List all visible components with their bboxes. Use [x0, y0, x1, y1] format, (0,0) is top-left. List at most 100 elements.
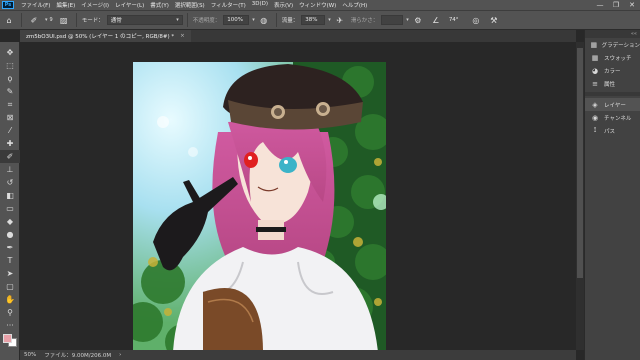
opacity-field[interactable]: 100%	[223, 15, 250, 25]
panel-tab-label: グラデーション	[601, 42, 640, 49]
anime-illustration	[133, 62, 386, 350]
panel-tab-label: パス	[604, 128, 616, 135]
panel-tab-layers[interactable]: ◈ レイヤー	[585, 98, 640, 111]
minimize-button[interactable]: —	[592, 0, 608, 10]
menu-item[interactable]: 編集(E)	[53, 1, 78, 9]
healing-tool-icon[interactable]: ✚	[0, 137, 20, 150]
document-tab-title: zm5bO3Ul.psd @ 50% (レイヤー 1 のコピー, RGB/8#)…	[26, 34, 175, 40]
zoom-tool-icon[interactable]: ⚲	[0, 306, 20, 319]
home-icon[interactable]: ⌂	[2, 13, 16, 27]
menu-items: ファイル(F) 編集(E) イメージ(I) レイヤー(L) 書式(Y) 選択範囲(S) フィ…	[18, 1, 370, 9]
angle-icon[interactable]: ∠	[429, 13, 443, 27]
file-info: ファイル：9.00M/206.0M	[44, 353, 112, 359]
brush-size-value[interactable]: 9	[50, 17, 53, 23]
shape-tool-icon[interactable]: ▢	[0, 280, 20, 293]
stamp-tool-icon[interactable]: ⊥	[0, 163, 20, 176]
canvas-area[interactable]	[20, 42, 576, 350]
mode-label: モード：	[81, 18, 104, 24]
options-bar: ⌂ ✐ ▾ 9 ▨ モード： 通常 ▾ 不透明度： 100% ▾ ◍ 流量： 3…	[0, 10, 640, 30]
mode-select[interactable]: 通常 ▾	[106, 15, 183, 25]
panel-tab-label: レイヤー	[604, 102, 626, 109]
panel-list: ▦ グラデーション ▦ スウォッチ ◕ カラー ≡ 属性 ◈ レイヤー ◉ チャンネル ⟟ パス	[585, 38, 640, 137]
gradient-tool-icon[interactable]: ▭	[0, 202, 20, 215]
history-brush-tool-icon[interactable]: ↺	[0, 176, 20, 189]
photoshop-logo-icon: Ps	[2, 1, 14, 9]
status-arrow-icon[interactable]: ›	[119, 352, 121, 358]
menu-item[interactable]: 選択範囲(S)	[172, 1, 208, 9]
channels-icon: ◉	[591, 113, 599, 122]
frame-tool-icon[interactable]: ⊠	[0, 111, 20, 124]
panel-tab-properties[interactable]: ≡ 属性	[585, 77, 640, 90]
panel-tab-label: 属性	[604, 81, 616, 88]
airbrush-icon[interactable]: ✈	[333, 13, 347, 27]
menu-item[interactable]: 表示(V)	[271, 1, 296, 9]
vertical-scrollbar[interactable]	[576, 42, 584, 350]
menu-item[interactable]: ヘルプ(H)	[339, 1, 370, 9]
panel-tab-swatches[interactable]: ▦ スウォッチ	[585, 51, 640, 64]
menu-item[interactable]: ウィンドウ(W)	[296, 1, 339, 9]
brush-tool-icon[interactable]: ✐	[0, 150, 20, 163]
symmetry-icon[interactable]: ⚒	[487, 13, 501, 27]
zoom-level[interactable]: 50%	[24, 352, 36, 358]
hand-tool-icon[interactable]: ✋	[0, 293, 20, 306]
lasso-tool-icon[interactable]: ϙ	[0, 72, 20, 85]
document-tab[interactable]: zm5bO3Ul.psd @ 50% (レイヤー 1 のコピー, RGB/8#)…	[20, 30, 191, 42]
panel-tab-paths[interactable]: ⟟ パス	[585, 124, 640, 137]
menu-item[interactable]: 3D(D)	[249, 1, 271, 9]
panel-dock: «« ▦ グラデーション ▦ スウォッチ ◕ カラー ≡ 属性 ◈ レイヤー ◉ チャンネル ⟟ パス	[584, 30, 640, 360]
divider	[21, 13, 22, 27]
color-icon: ◕	[591, 66, 599, 75]
properties-icon: ≡	[592, 79, 598, 88]
more-tools-icon[interactable]: ···	[0, 319, 20, 332]
close-tab-icon[interactable]: ×	[180, 33, 185, 39]
pressure-size-icon[interactable]: ◎	[469, 13, 483, 27]
flow-field[interactable]: 38%	[301, 15, 326, 25]
chevron-down-icon[interactable]: ▾	[45, 17, 48, 23]
blur-tool-icon[interactable]: ◆	[0, 215, 20, 228]
pen-tool-icon[interactable]: ✒	[0, 241, 20, 254]
divider	[275, 13, 277, 27]
quick-select-tool-icon[interactable]: ✎	[0, 85, 20, 98]
foreground-color-swatch[interactable]	[3, 334, 12, 343]
pressure-opacity-icon[interactable]: ◍	[257, 13, 271, 27]
type-tool-icon[interactable]: T	[0, 254, 20, 267]
dock-group-divider	[585, 92, 640, 96]
eyedropper-tool-icon[interactable]: ⁄	[0, 124, 20, 137]
gear-icon[interactable]: ⚙	[411, 13, 425, 27]
smoothing-label: 滑らかさ：	[350, 18, 379, 24]
menu-item[interactable]: イメージ(I)	[78, 1, 112, 9]
panel-tab-label: カラー	[604, 68, 621, 75]
status-bar: 50% ファイル：9.00M/206.0M ›	[20, 350, 576, 360]
move-tool-icon[interactable]: ✥	[0, 46, 20, 59]
panel-tab-gradient[interactable]: ▦ グラデーション	[585, 38, 640, 51]
menu-item[interactable]: ファイル(F)	[18, 1, 53, 9]
menu-item[interactable]: レイヤー(L)	[112, 1, 147, 9]
brush-preset-icon[interactable]: ✐	[27, 13, 41, 27]
opacity-label: 不透明度：	[192, 18, 221, 24]
brush-settings-icon[interactable]: ▨	[57, 13, 71, 27]
divider	[186, 13, 188, 27]
crop-tool-icon[interactable]: ⌗	[0, 98, 20, 111]
menu-bar: Ps ファイル(F) 編集(E) イメージ(I) レイヤー(L) 書式(Y) 選択範囲(S…	[0, 0, 640, 10]
chevron-down-icon[interactable]: ▾	[406, 17, 409, 23]
menu-item[interactable]: 書式(Y)	[147, 1, 172, 9]
paths-icon: ⟟	[593, 126, 597, 134]
smoothing-field[interactable]	[381, 15, 404, 25]
menu-item[interactable]: フィルター(T)	[208, 1, 249, 9]
dock-collapse-icon[interactable]: ««	[585, 30, 640, 38]
marquee-tool-icon[interactable]: ⬚	[0, 59, 20, 72]
maximize-button[interactable]: ❐	[608, 0, 624, 10]
panel-tab-color[interactable]: ◕ カラー	[585, 64, 640, 77]
artwork-canvas[interactable]	[133, 62, 386, 350]
chevron-down-icon[interactable]: ▾	[252, 17, 255, 23]
dodge-tool-icon[interactable]: ●	[0, 228, 20, 241]
color-swatches	[0, 332, 20, 348]
close-window-button[interactable]: ✕	[624, 0, 640, 10]
eraser-tool-icon[interactable]: ◧	[0, 189, 20, 202]
angle-field[interactable]: 74°	[446, 15, 466, 25]
scrollbar-thumb[interactable]	[577, 48, 583, 278]
path-select-tool-icon[interactable]: ➤	[0, 267, 20, 280]
panel-tab-channels[interactable]: ◉ チャンネル	[585, 111, 640, 124]
chevron-down-icon[interactable]: ▾	[328, 17, 331, 23]
swatches-icon: ▦	[591, 53, 599, 62]
